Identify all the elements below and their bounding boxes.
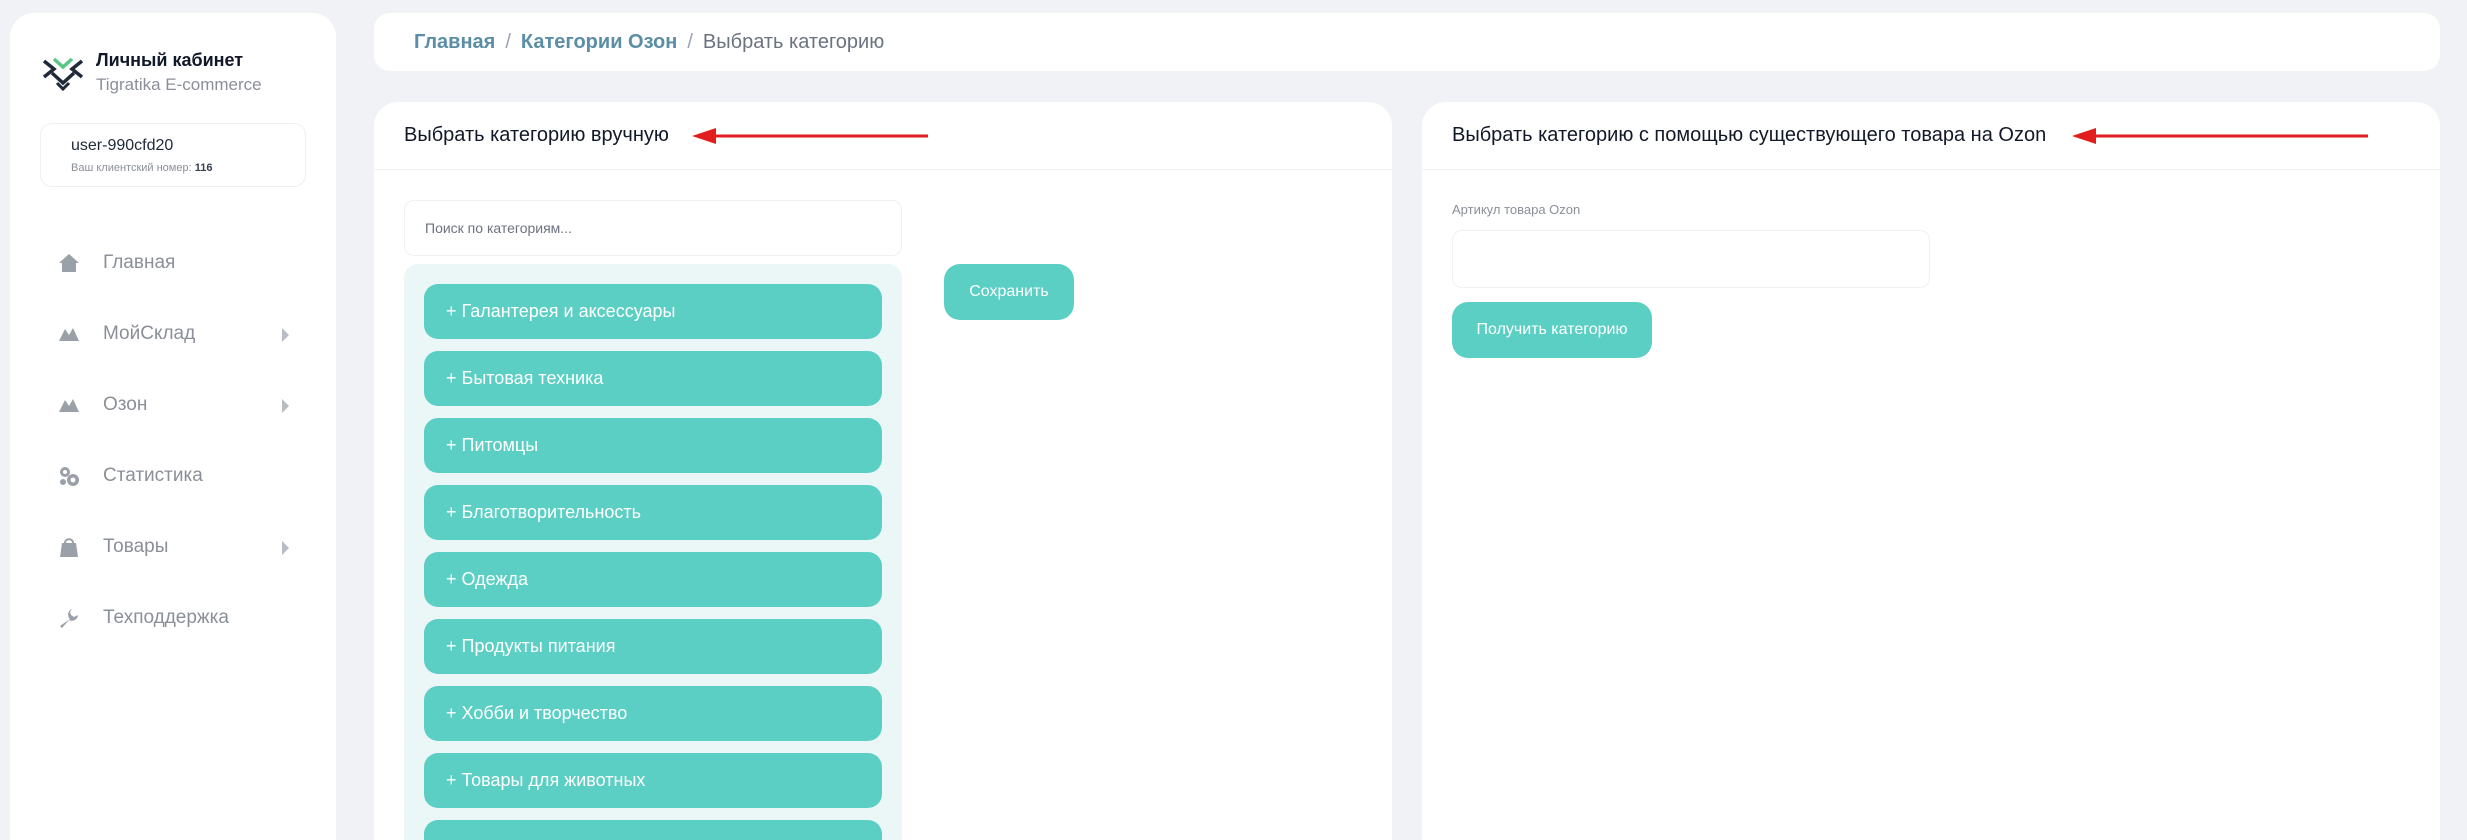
tigratika-logo-icon — [42, 57, 84, 92]
category-search-input[interactable] — [404, 200, 902, 256]
mountain-icon — [58, 394, 80, 416]
article-field-label: Артикул товара Ozon — [1452, 202, 1581, 217]
client-number-label: Ваш клиентский номер: — [71, 162, 192, 174]
sidebar-item-home[interactable]: Главная — [40, 227, 306, 298]
client-number-line: Ваш клиентский номер: 116 — [71, 162, 305, 174]
sidebar-nav: Главная МойСклад Озон Статистика Товары … — [40, 227, 306, 653]
breadcrumb-separator: / — [687, 30, 693, 53]
client-number: 116 — [194, 162, 213, 174]
wrench-icon — [58, 607, 80, 629]
brand-title: Личный кабинет — [96, 50, 244, 70]
breadcrumb-separator: / — [505, 30, 511, 53]
sidebar-item-statistics[interactable]: Статистика — [40, 440, 306, 511]
get-category-button[interactable]: Получить категорию — [1452, 302, 1652, 358]
category-item[interactable]: + Хобби и творчество — [424, 686, 882, 741]
sidebar-item-label: МойСклад — [103, 322, 196, 344]
sidebar-item-products[interactable]: Товары — [40, 511, 306, 582]
category-item[interactable]: + Товары для животных — [424, 753, 882, 808]
category-item[interactable]: + Питомцы — [424, 418, 882, 473]
chevron-right-icon — [282, 399, 289, 413]
sidebar-item-ozon[interactable]: Озон — [40, 369, 306, 440]
user-card: user-990cfd20 Ваш клиентский номер: 116 — [40, 123, 306, 187]
sidebar-item-label: Озон — [103, 393, 148, 415]
brand-subtitle: Tigratika E-commerce — [96, 75, 262, 94]
sidebar-item-label: Товары — [103, 535, 169, 557]
sidebar-item-label: Главная — [103, 251, 176, 273]
home-icon — [58, 252, 80, 274]
manual-card-title: Выбрать категорию вручную — [404, 124, 669, 146]
sidebar-item-moysklad[interactable]: МойСклад — [40, 298, 306, 369]
sidebar-item-label: Техподдержка — [103, 606, 229, 628]
mountain-icon — [58, 323, 80, 345]
bag-icon — [58, 536, 80, 558]
annotation-arrow-icon — [2072, 128, 2368, 144]
user-name: user-990cfd20 — [71, 137, 174, 154]
manual-category-card: Выбрать категорию вручную + Галантерея и… — [374, 102, 1392, 840]
breadcrumb: Главная / Категории Озон / Выбрать катег… — [374, 13, 2440, 71]
save-button[interactable]: Сохранить — [944, 264, 1074, 320]
gears-icon — [58, 465, 80, 487]
chevron-right-icon — [282, 328, 289, 342]
category-item-partial[interactable] — [424, 820, 882, 840]
sidebar-item-label: Статистика — [103, 464, 203, 486]
product-category-card: Выбрать категорию с помощью существующег… — [1422, 102, 2440, 840]
category-list: + Галантерея и аксессуары + Бытовая техн… — [404, 264, 902, 840]
category-item[interactable]: + Одежда — [424, 552, 882, 607]
category-item[interactable]: + Бытовая техника — [424, 351, 882, 406]
breadcrumb-current: Выбрать категорию — [702, 30, 885, 53]
category-item[interactable]: + Продукты питания — [424, 619, 882, 674]
sidebar: Личный кабинет Tigratika E-commerce user… — [10, 13, 336, 840]
annotation-arrow-icon — [692, 128, 928, 144]
manual-card-header: Выбрать категорию вручную — [374, 102, 1392, 170]
breadcrumb-ozon-categories[interactable]: Категории Озон — [521, 31, 677, 54]
sidebar-item-support[interactable]: Техподдержка — [40, 582, 306, 653]
article-input[interactable] — [1452, 230, 1930, 288]
category-item[interactable]: + Благотворительность — [424, 485, 882, 540]
product-card-title: Выбрать категорию с помощью существующег… — [1452, 124, 2047, 146]
category-item[interactable]: + Галантерея и аксессуары — [424, 284, 882, 339]
brand[interactable]: Личный кабинет Tigratika E-commerce — [40, 47, 262, 97]
product-card-header: Выбрать категорию с помощью существующег… — [1422, 102, 2440, 170]
breadcrumb-home[interactable]: Главная — [414, 31, 495, 54]
chevron-right-icon — [282, 541, 289, 555]
